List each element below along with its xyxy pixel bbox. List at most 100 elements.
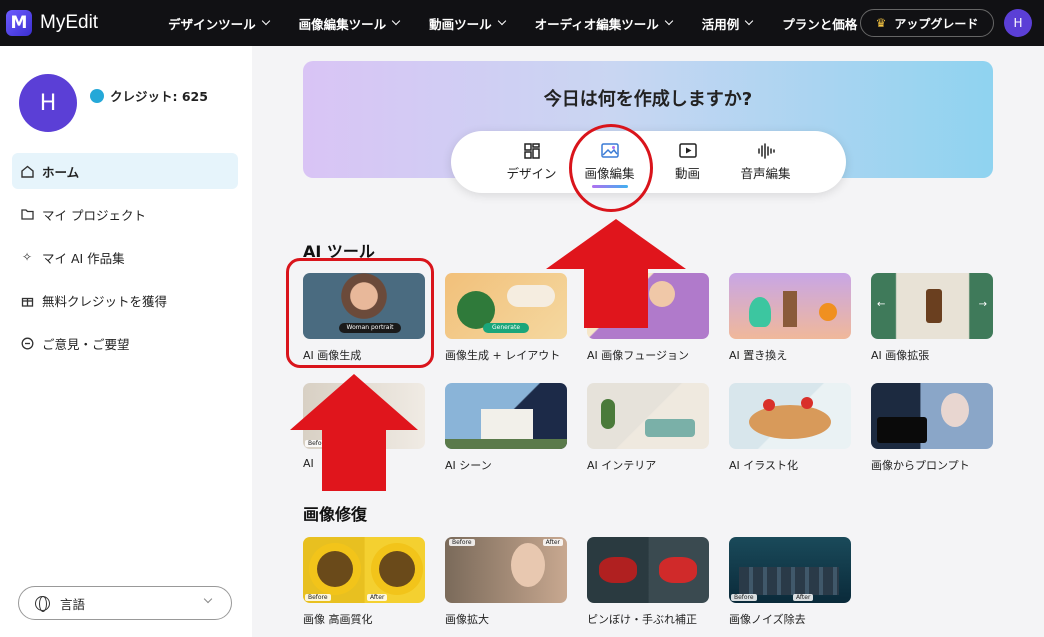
sidebar-item-home[interactable]: ホーム bbox=[12, 153, 238, 189]
sidebar-item-label: マイ プロジェクト bbox=[42, 207, 146, 223]
bottle-shape bbox=[926, 289, 942, 323]
thumbnail-deblur bbox=[587, 537, 709, 603]
thumbnail-ai-replace bbox=[729, 273, 851, 339]
sidebar: H クレジット: 625 ホーム マイ プロジェクト ✧ マイ AI 作品集 無… bbox=[0, 46, 252, 637]
folder-icon bbox=[20, 207, 34, 221]
strawberry-shape bbox=[801, 397, 813, 409]
sidebar-item-free-credits[interactable]: 無料クレジットを獲得 bbox=[12, 282, 238, 318]
tab-video[interactable]: 動画 bbox=[649, 142, 727, 182]
feedback-icon bbox=[20, 336, 34, 350]
tab-audio-edit[interactable]: 音声編集 bbox=[727, 142, 805, 182]
chevron-down-icon bbox=[261, 16, 270, 26]
sidebar-item-ai-gallery[interactable]: ✧ マイ AI 作品集 bbox=[12, 239, 238, 275]
card-label: AI 画像拡張 bbox=[871, 349, 930, 362]
hero-title: 今日は何を作成しますか? bbox=[543, 89, 753, 110]
logo-text: MyEdit bbox=[40, 12, 99, 33]
tab-design[interactable]: デザイン bbox=[493, 142, 571, 182]
nav-label: 活用例 bbox=[701, 16, 740, 32]
card-label: AI イラスト化 bbox=[729, 459, 799, 472]
sofa-shape bbox=[645, 419, 695, 437]
credits-display: クレジット: 625 bbox=[90, 86, 208, 105]
tool-card-ai-scene[interactable]: AI シーン bbox=[445, 383, 567, 473]
plant-shape bbox=[601, 399, 615, 429]
section-title-image-restore: 画像修復 bbox=[303, 505, 368, 524]
tool-card-ai-interior[interactable]: AI インテリア bbox=[587, 383, 709, 473]
sidebar-item-feedback[interactable]: ご意見・ご要望 bbox=[12, 325, 238, 361]
upgrade-button[interactable]: ♛ アップグレード bbox=[860, 9, 994, 37]
house-shape bbox=[481, 409, 533, 441]
home-icon bbox=[20, 164, 34, 178]
annotation-arrow-up-to-card bbox=[290, 374, 418, 491]
bottle-shape bbox=[783, 291, 797, 327]
thumbnail-ai-illustration bbox=[729, 383, 851, 449]
thumbnail-image-upscale: Before After bbox=[445, 537, 567, 603]
after-badge: After bbox=[542, 539, 563, 546]
tab-label: 動画 bbox=[674, 165, 700, 181]
card-label: 画像ノイズ除去 bbox=[729, 613, 806, 626]
arrow-right-icon: → bbox=[978, 299, 987, 310]
credit-icon bbox=[90, 88, 104, 103]
nav-image-tools[interactable]: 画像編集ツール bbox=[299, 14, 401, 33]
annotation-circle-image-edit-tab bbox=[569, 124, 653, 212]
sidebar-item-projects[interactable]: マイ プロジェクト bbox=[12, 196, 238, 232]
thumbnail-ai-scene bbox=[445, 383, 567, 449]
nav-video-tools[interactable]: 動画ツール bbox=[429, 14, 506, 33]
design-grid-icon bbox=[523, 142, 540, 159]
sidebar-item-label: ホーム bbox=[42, 164, 80, 180]
nav-audio-tools[interactable]: オーディオ編集ツール bbox=[534, 14, 674, 33]
sidebar-menu: ホーム マイ プロジェクト ✧ マイ AI 作品集 無料クレジットを獲得 ご意見… bbox=[12, 153, 238, 368]
nav-label: デザインツール bbox=[168, 16, 256, 32]
language-selector[interactable]: 言語 bbox=[18, 586, 232, 620]
upgrade-label: アップグレード bbox=[894, 16, 979, 31]
motorbike-shape bbox=[599, 557, 637, 583]
chevron-down-icon bbox=[391, 16, 401, 26]
nav-pricing[interactable]: プランと価格 bbox=[782, 14, 857, 33]
after-badge: After bbox=[367, 594, 388, 601]
motorbike-shape bbox=[659, 557, 697, 583]
thumbnail-ai-interior bbox=[587, 383, 709, 449]
nav-label: プランと価格 bbox=[782, 16, 858, 32]
gift-icon bbox=[20, 293, 34, 307]
sunflower-shape bbox=[317, 551, 353, 587]
thumbnail-denoise: Before After bbox=[729, 537, 851, 603]
face-shape bbox=[941, 393, 969, 427]
thumbnail-image-to-prompt bbox=[871, 383, 993, 449]
tool-card-ai-illustration[interactable]: AI イラスト化 bbox=[729, 383, 851, 473]
tool-card-ai-image-expand[interactable]: ← → AI 画像拡張 bbox=[871, 273, 993, 363]
credits-label: クレジット: 625 bbox=[110, 89, 208, 104]
video-play-icon bbox=[678, 142, 697, 158]
crown-icon: ♛ bbox=[875, 16, 887, 30]
sunflower-shape bbox=[379, 551, 415, 587]
thumbnail-image-enhance: Before After bbox=[303, 537, 425, 603]
tool-card-image-upscale[interactable]: Before After 画像拡大 bbox=[445, 537, 567, 627]
tool-card-image-enhance[interactable]: Before After 画像 高画質化 bbox=[303, 537, 425, 627]
globe-icon bbox=[35, 595, 50, 612]
tool-card-denoise[interactable]: Before After 画像ノイズ除去 bbox=[729, 537, 851, 627]
nav-use-cases[interactable]: 活用例 bbox=[701, 14, 754, 33]
prompt-box-shape bbox=[877, 417, 927, 443]
arrow-left-icon: ← bbox=[877, 299, 886, 310]
annotation-arrow-up-to-tab bbox=[546, 219, 686, 328]
chevron-down-icon bbox=[203, 594, 213, 604]
before-badge: Before bbox=[731, 594, 757, 601]
top-navigation-bar: M MyEdit デザインツール 画像編集ツール 動画ツール オーディオ編集ツー… bbox=[0, 0, 1044, 46]
myedit-logo[interactable]: M MyEdit bbox=[6, 10, 98, 36]
ground-shape bbox=[445, 439, 567, 449]
nav-label: オーディオ編集ツール bbox=[534, 16, 659, 32]
user-avatar[interactable]: H bbox=[1004, 9, 1032, 37]
tab-label: 音声編集 bbox=[740, 165, 791, 181]
buildings-shape bbox=[739, 567, 839, 595]
tool-card-deblur[interactable]: ピンぼけ・手ぶれ補正 bbox=[587, 537, 709, 627]
tool-card-ai-replace[interactable]: AI 置き換え bbox=[729, 273, 851, 363]
card-label: ピンぼけ・手ぶれ補正 bbox=[587, 613, 697, 626]
tool-card-image-to-prompt[interactable]: 画像からプロンプト bbox=[871, 383, 993, 473]
annotation-box-ai-image-generation bbox=[286, 258, 434, 368]
card-label: AI シーン bbox=[445, 459, 492, 472]
before-badge: Before bbox=[449, 539, 475, 546]
nav-label: 動画ツール bbox=[429, 16, 492, 32]
profile-avatar[interactable]: H bbox=[19, 74, 77, 132]
nav-design-tools[interactable]: デザインツール bbox=[168, 14, 270, 33]
card-label: AI 置き換え bbox=[729, 349, 788, 362]
sparkle-icon: ✧ bbox=[21, 250, 33, 264]
sidebar-item-label: 無料クレジットを獲得 bbox=[42, 293, 168, 309]
